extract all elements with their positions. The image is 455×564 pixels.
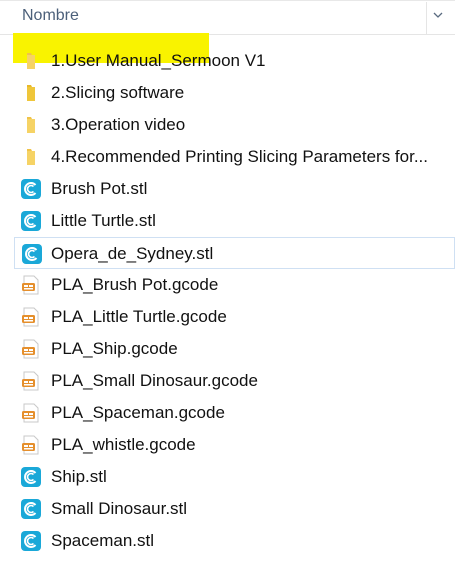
list-item[interactable]: Little Turtle.stl	[0, 205, 455, 237]
list-item[interactable]: PLA_whistle.gcode	[0, 429, 455, 461]
list-item[interactable]: Small Dinosaur.stl	[0, 493, 455, 525]
folder-icon	[27, 117, 35, 133]
gcode-file-icon	[22, 339, 39, 359]
file-name: PLA_Little Turtle.gcode	[51, 307, 227, 326]
file-name: PLA_whistle.gcode	[51, 435, 196, 454]
file-name: Ship.stl	[51, 467, 107, 486]
stl-file-icon	[22, 244, 42, 264]
file-name: Small Dinosaur.stl	[51, 499, 188, 518]
gcode-file-icon	[22, 435, 39, 455]
file-name: Opera_de_Sydney.stl	[51, 244, 214, 263]
list-item[interactable]: 4.Recommended Printing Slicing Parameter…	[0, 141, 455, 173]
list-item[interactable]: Brush Pot.stl	[0, 173, 455, 205]
name-column-header[interactable]: Nombre	[22, 5, 79, 27]
file-name: PLA_Spaceman.gcode	[51, 403, 225, 422]
list-item[interactable]: 2.Slicing software	[0, 77, 455, 109]
list-item[interactable]: PLA_Little Turtle.gcode	[0, 301, 455, 333]
stl-file-icon	[21, 179, 41, 199]
stl-file-icon	[21, 467, 41, 487]
file-list: 1.User Manual_Sermoon V1 2.Slicing softw…	[0, 45, 455, 557]
header-top-border	[0, 0, 455, 1]
file-name: Little Turtle.stl	[51, 211, 156, 230]
file-name: Spaceman.stl	[51, 531, 154, 550]
file-name: PLA_Brush Pot.gcode	[51, 275, 219, 294]
file-name: 4.Recommended Printing Slicing Parameter…	[51, 147, 429, 166]
gcode-file-icon	[22, 307, 39, 327]
folder-icon	[27, 53, 35, 69]
file-name: PLA_Ship.gcode	[51, 339, 178, 358]
gcode-file-icon	[22, 275, 39, 295]
column-divider[interactable]	[426, 2, 427, 34]
stl-file-icon	[21, 211, 41, 231]
list-item[interactable]: 1.User Manual_Sermoon V1	[0, 45, 455, 77]
list-item[interactable]: PLA_Brush Pot.gcode	[0, 269, 455, 301]
gcode-file-icon	[22, 371, 39, 391]
chevron-down-icon[interactable]	[430, 7, 446, 23]
list-item[interactable]: Ship.stl	[0, 461, 455, 493]
folder-icon	[27, 85, 35, 101]
file-name: 1.User Manual_Sermoon V1	[51, 51, 266, 70]
list-item[interactable]: 3.Operation video	[0, 109, 455, 141]
folder-icon	[27, 149, 35, 165]
list-item-focused[interactable]: Opera_de_Sydney.stl	[14, 237, 455, 269]
list-item[interactable]: PLA_Ship.gcode	[0, 333, 455, 365]
stl-file-icon	[21, 499, 41, 519]
gcode-file-icon	[22, 403, 39, 423]
column-header: Nombre	[0, 0, 455, 35]
file-name: 2.Slicing software	[51, 83, 185, 102]
file-name: PLA_Small Dinosaur.gcode	[51, 371, 258, 390]
list-item[interactable]: PLA_Spaceman.gcode	[0, 397, 455, 429]
file-name: 3.Operation video	[51, 115, 186, 134]
list-item[interactable]: Spaceman.stl	[0, 525, 455, 557]
file-name: Brush Pot.stl	[51, 179, 148, 198]
stl-file-icon	[21, 531, 41, 551]
list-item[interactable]: PLA_Small Dinosaur.gcode	[0, 365, 455, 397]
